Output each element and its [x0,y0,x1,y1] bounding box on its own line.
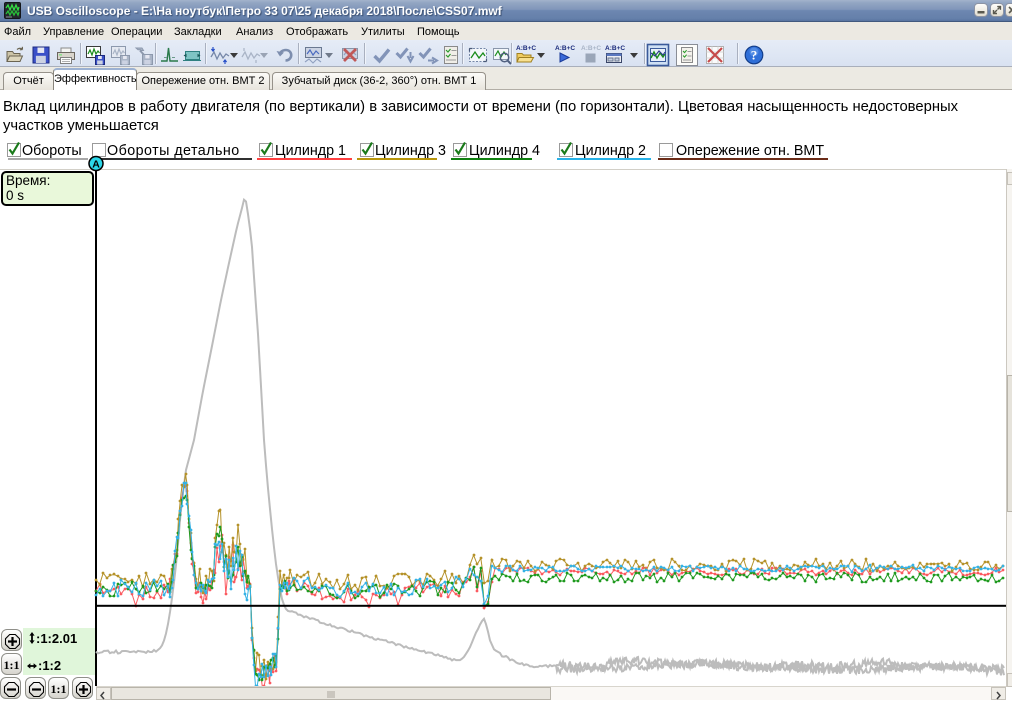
svg-text:?: ? [751,48,758,63]
svg-text:A:B+C: A:B+C [605,45,625,52]
svg-text:A:B+C: A:B+C [516,45,536,52]
svg-text:A:B+C: A:B+C [581,45,601,52]
svg-text:A:B+C: A:B+C [555,45,575,52]
svg-text:A: A [92,159,100,171]
